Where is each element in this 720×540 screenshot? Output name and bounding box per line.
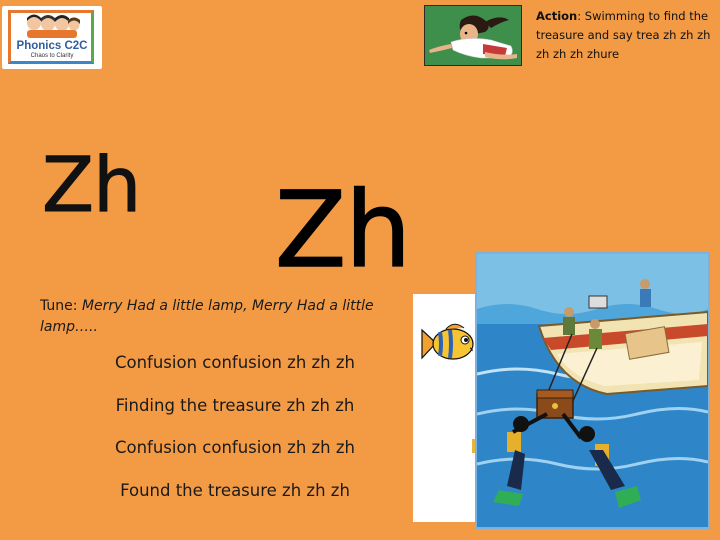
verse-line-1: Confusion confusion zh zh zh [114,353,356,372]
tune-song: Merry Had a little lamp, Merry Had a lit… [40,298,374,335]
children-logo-icon [27,14,80,38]
fish-icon [421,323,474,360]
verse-line-2: Finding the treasure zh zh zh [115,396,355,415]
fish-card [413,294,478,522]
logo: Phonics C2C Chaos to Clarity [2,6,102,69]
logo-subtitle: Chaos to Clarity [30,53,74,59]
divers-treasure-boat-illustration [477,254,708,527]
action-description: Action: Swimming to find the treasure an… [536,7,716,64]
swimming-girl-icon [425,6,521,65]
heading-zh-small: Zh [41,140,141,230]
treasure-scene [475,252,710,529]
verse-line-3: Confusion confusion zh zh zh [114,438,356,457]
tune-label: Tune: [40,298,82,314]
logo-title: Phonics C2C [16,40,88,52]
action-image [424,5,522,66]
verse-line-4: Found the treasure zh zh zh [120,481,350,500]
action-label: Action [536,9,578,23]
tune-line: Tune: Merry Had a little lamp, Merry Had… [40,296,400,338]
heading-zh-big: Zh [274,168,412,292]
